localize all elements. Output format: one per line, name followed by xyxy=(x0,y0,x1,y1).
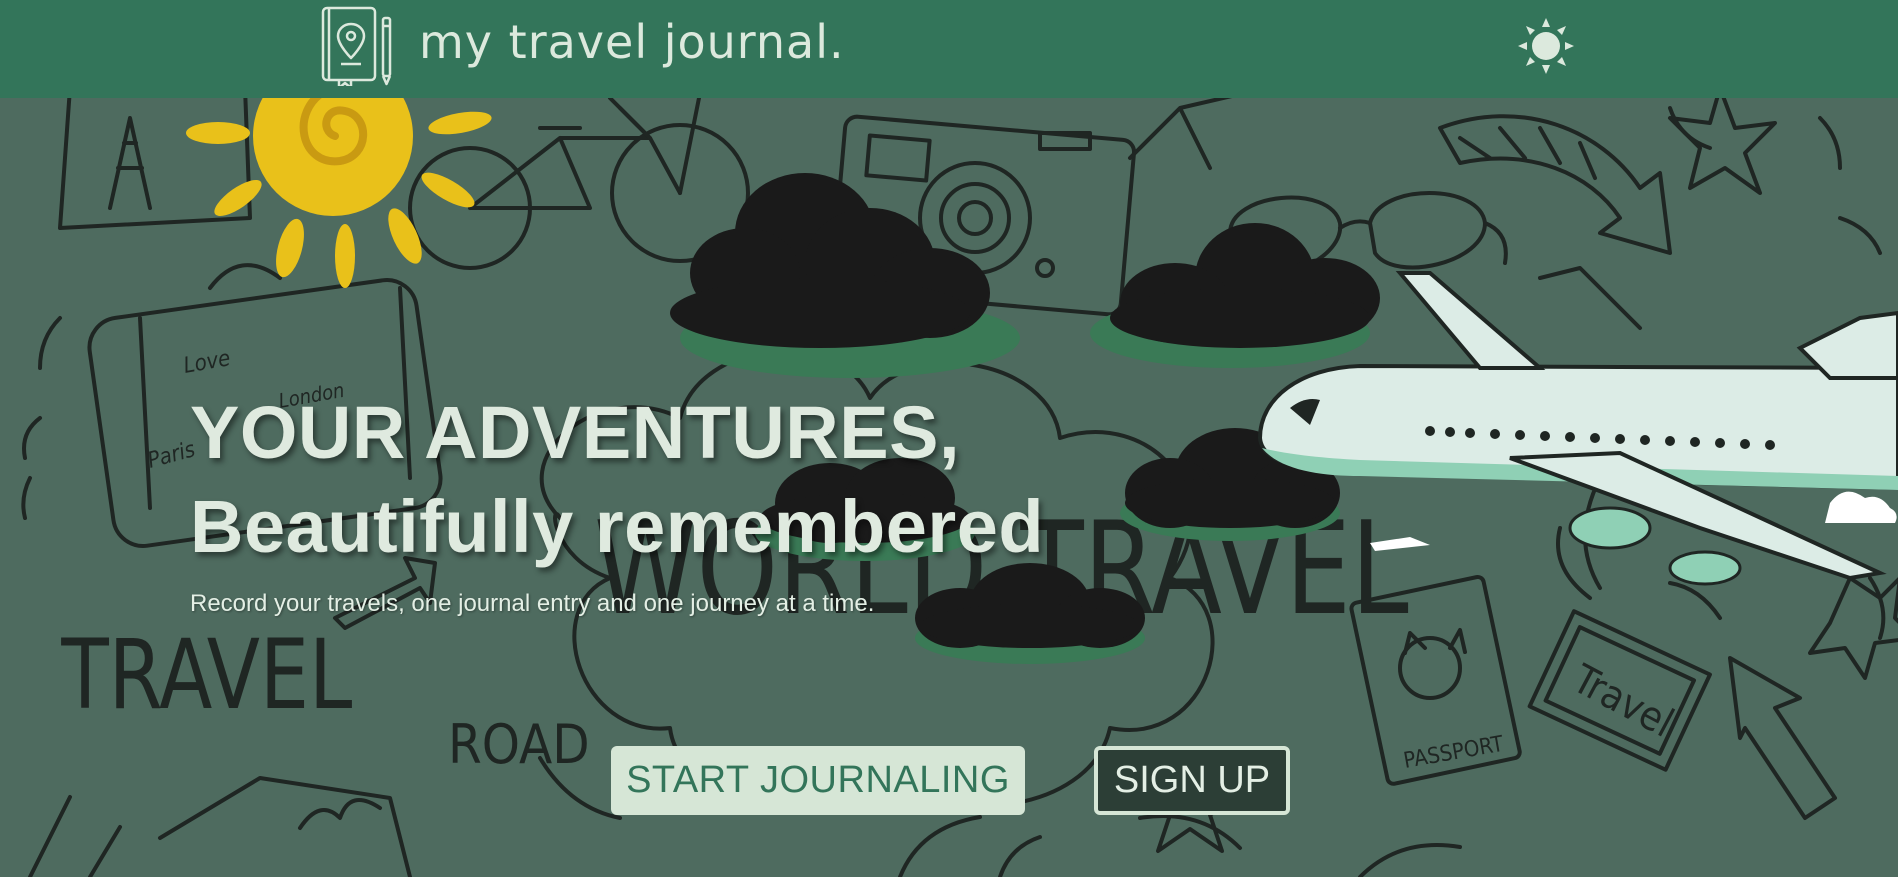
top-nav: my travel journal. xyxy=(0,0,1898,98)
doodle-word-stamp: Travel xyxy=(1564,656,1680,747)
sun-illustration xyxy=(186,98,492,288)
theme-toggle-button[interactable] xyxy=(1516,16,1576,76)
doodle-word-passport: PASSPORT xyxy=(1402,732,1507,774)
sign-up-button[interactable]: SIGN UP xyxy=(1094,746,1290,815)
journal-location-pin-icon xyxy=(321,6,392,86)
hero-headline: YOUR ADVENTURES, Beautifully remembered xyxy=(190,386,1044,574)
logo[interactable]: my travel journal. xyxy=(317,4,845,86)
start-journaling-button[interactable]: START JOURNALING xyxy=(611,746,1025,815)
hero-subtitle: Record your travels, one journal entry a… xyxy=(190,590,875,617)
doodle-word-love: Love xyxy=(182,346,233,379)
doodle-word-road: ROAD xyxy=(448,713,590,776)
sun-icon xyxy=(1518,18,1574,74)
hero-section: TRAVEL ROAD WORLD TRAVEL PASSPORT Travel… xyxy=(0,98,1898,877)
brand-name: my travel journal. xyxy=(419,15,845,69)
hero-headline-line-2: Beautifully remembered xyxy=(190,485,1045,568)
hero-headline-line-1: YOUR ADVENTURES, xyxy=(190,391,961,474)
doodle-word-travel: TRAVEL xyxy=(60,619,352,731)
